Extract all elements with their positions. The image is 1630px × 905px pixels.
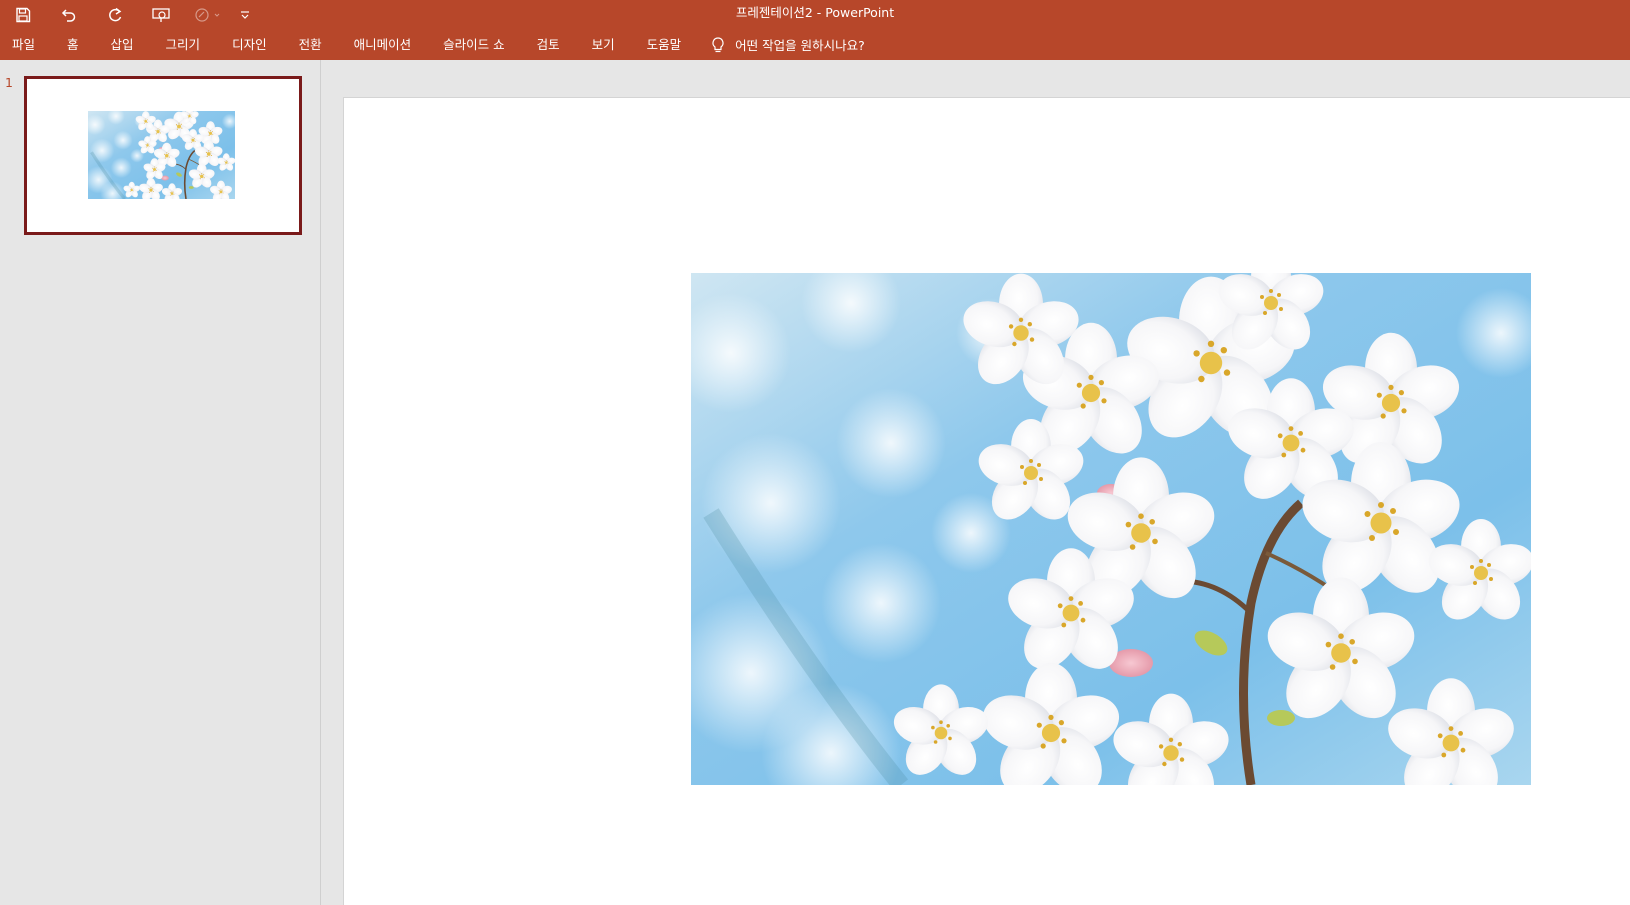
- tab-help[interactable]: 도움말: [631, 29, 698, 60]
- powerpoint-window: 프레젠테이션2 - PowerPoint 파일 홈 삽입 그리기 디자인 전환 …: [0, 0, 1630, 905]
- save-icon: [16, 7, 31, 22]
- lightbulb-icon: [712, 36, 724, 52]
- tell-me-search[interactable]: 어떤 작업을 원하시나요?: [711, 29, 865, 60]
- undo-button[interactable]: [46, 0, 92, 29]
- tab-insert[interactable]: 삽입: [95, 29, 150, 60]
- ribbon-tab-bar: 파일 홈 삽입 그리기 디자인 전환 애니메이션 슬라이드 쇼 검토 보기 도움…: [0, 29, 1630, 60]
- slide-number: 1: [5, 75, 13, 90]
- tab-file[interactable]: 파일: [0, 29, 51, 60]
- touch-mode-icon: [195, 7, 220, 22]
- title-bar: 프레젠테이션2 - PowerPoint: [0, 0, 1630, 29]
- slide-editing-area: [321, 60, 1630, 905]
- tab-slide-show[interactable]: 슬라이드 쇼: [427, 29, 520, 60]
- save-button[interactable]: [0, 0, 46, 29]
- tab-animations[interactable]: 애니메이션: [338, 29, 428, 60]
- cherry-blossom-picture[interactable]: [691, 273, 1531, 785]
- slide-thumbnail-1[interactable]: [24, 76, 302, 235]
- slide-thumbnail-pane: 1: [0, 60, 320, 905]
- redo-button[interactable]: [92, 0, 138, 29]
- tab-design[interactable]: 디자인: [216, 29, 283, 60]
- start-from-beginning-icon: [152, 7, 170, 22]
- customize-qat-icon: [241, 10, 249, 19]
- tab-transitions[interactable]: 전환: [283, 29, 338, 60]
- redo-icon: [109, 7, 122, 21]
- slide-canvas[interactable]: [343, 97, 1630, 905]
- tell-me-placeholder: 어떤 작업을 원하시나요?: [735, 38, 865, 53]
- quick-access-toolbar: [0, 0, 260, 29]
- touch-mode-button[interactable]: [184, 0, 230, 29]
- tab-view[interactable]: 보기: [576, 29, 631, 60]
- undo-icon: [61, 8, 76, 22]
- tab-review[interactable]: 검토: [521, 29, 576, 60]
- tab-home[interactable]: 홈: [51, 29, 95, 60]
- customize-qat-button[interactable]: [230, 0, 260, 29]
- thumbnail-picture: [88, 111, 235, 199]
- tab-draw[interactable]: 그리기: [150, 29, 217, 60]
- start-from-beginning-button[interactable]: [138, 0, 184, 29]
